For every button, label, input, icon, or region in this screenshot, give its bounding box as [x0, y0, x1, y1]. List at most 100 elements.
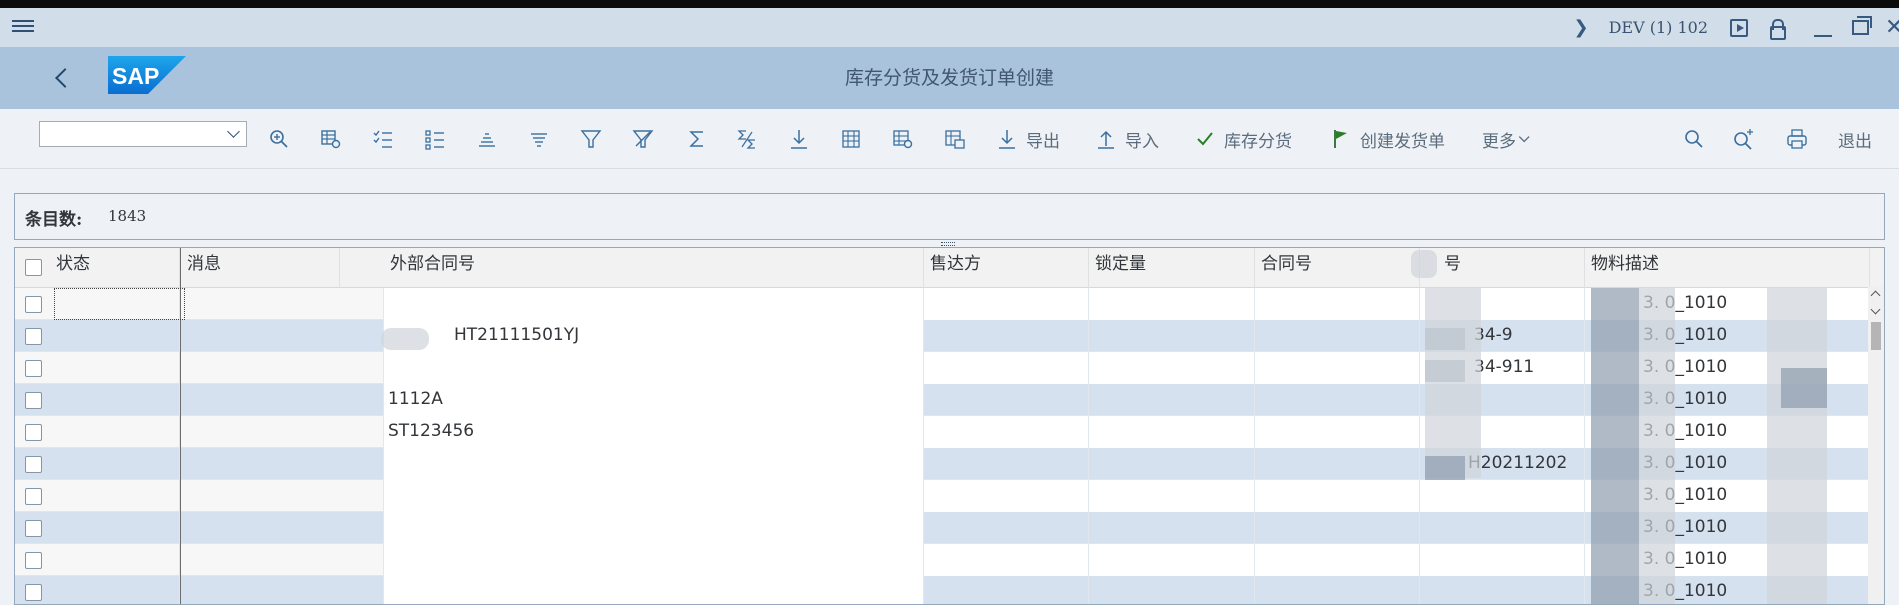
cell-status[interactable]	[50, 416, 180, 448]
download-button[interactable]	[788, 127, 810, 151]
cell-material-no[interactable]	[1420, 480, 1585, 512]
print-button[interactable]	[1786, 127, 1808, 151]
cell-sold-to[interactable]	[924, 320, 1089, 352]
cell-sold-to[interactable]	[924, 480, 1089, 512]
cell-message[interactable]	[180, 544, 384, 576]
scroll-up-icon[interactable]	[1870, 290, 1881, 301]
cell-contract-no[interactable]	[1255, 576, 1420, 604]
cell-external-contract[interactable]: HT21111501YJ	[384, 320, 924, 352]
cell-message[interactable]	[180, 576, 384, 604]
cell-locked-qty[interactable]	[1089, 512, 1255, 544]
search-button[interactable]	[1683, 127, 1705, 151]
cell-contract-no[interactable]	[1255, 512, 1420, 544]
sort-descending-button[interactable]	[528, 127, 550, 151]
cell-locked-qty[interactable]	[1089, 448, 1255, 480]
cell-status[interactable]	[50, 512, 180, 544]
column-header-status[interactable]: 状态	[50, 248, 180, 288]
column-header-locked-qty[interactable]: 锁定量	[1089, 248, 1255, 288]
cell-external-contract[interactable]	[384, 352, 924, 384]
cell-status[interactable]	[50, 320, 180, 352]
cell-message[interactable]	[180, 448, 384, 480]
row-checkbox[interactable]	[25, 520, 42, 537]
cell-locked-qty[interactable]	[1089, 288, 1255, 320]
cell-status[interactable]	[50, 384, 180, 416]
table-settings-button[interactable]	[320, 127, 342, 151]
delete-filter-button[interactable]	[632, 127, 654, 151]
cell-contract-no[interactable]	[1255, 384, 1420, 416]
cell-material-no[interactable]	[1420, 512, 1585, 544]
layout-save-button[interactable]	[944, 127, 966, 151]
cell-status[interactable]	[50, 544, 180, 576]
menu-icon[interactable]	[12, 17, 34, 37]
layout-settings-button[interactable]	[892, 127, 914, 151]
cell-locked-qty[interactable]	[1089, 384, 1255, 416]
row-checkbox[interactable]	[25, 392, 42, 409]
column-header-contract-no[interactable]: 合同号	[1255, 248, 1420, 288]
cell-status[interactable]	[50, 480, 180, 512]
select-all-button[interactable]	[372, 127, 394, 151]
cell-status[interactable]	[50, 448, 180, 480]
cell-message[interactable]	[180, 320, 384, 352]
row-checkbox[interactable]	[25, 552, 42, 569]
cell-sold-to[interactable]	[924, 288, 1089, 320]
row-checkbox[interactable]	[25, 584, 42, 601]
cell-message[interactable]	[180, 416, 384, 448]
cell-contract-no[interactable]	[1255, 448, 1420, 480]
cell-message[interactable]	[180, 480, 384, 512]
cell-locked-qty[interactable]	[1089, 416, 1255, 448]
cell-locked-qty[interactable]	[1089, 320, 1255, 352]
cell-status[interactable]	[50, 352, 180, 384]
cell-locked-qty[interactable]	[1089, 544, 1255, 576]
total-button[interactable]	[686, 127, 708, 151]
stock-allocation-button[interactable]: 库存分货	[1194, 127, 1292, 152]
cell-external-contract[interactable]	[384, 512, 924, 544]
subtotal-button[interactable]	[736, 127, 758, 151]
cell-sold-to[interactable]	[924, 512, 1089, 544]
cell-contract-no[interactable]	[1255, 320, 1420, 352]
cell-sold-to[interactable]	[924, 576, 1089, 604]
cell-locked-qty[interactable]	[1089, 352, 1255, 384]
maximize-icon[interactable]	[1852, 16, 1872, 35]
row-checkbox[interactable]	[25, 328, 42, 345]
cell-locked-qty[interactable]	[1089, 480, 1255, 512]
cell-material-no[interactable]	[1420, 576, 1585, 604]
sort-ascending-button[interactable]	[476, 127, 498, 151]
deselect-all-button[interactable]	[424, 127, 446, 151]
vertical-scrollbar[interactable]	[1868, 286, 1884, 604]
cell-external-contract[interactable]	[384, 448, 924, 480]
close-icon[interactable]: ✕	[1885, 15, 1899, 40]
row-checkbox[interactable]	[25, 424, 42, 441]
play-icon[interactable]	[1730, 18, 1748, 37]
column-header-material-desc[interactable]: 物料描述	[1585, 248, 1870, 288]
cell-locked-qty[interactable]	[1089, 576, 1255, 604]
cell-sold-to[interactable]	[924, 384, 1089, 416]
column-header-material-no[interactable]: 号	[1420, 248, 1585, 288]
cell-message[interactable]	[180, 352, 384, 384]
scroll-thumb[interactable]	[1871, 322, 1881, 350]
import-button[interactable]: 导入	[1095, 127, 1159, 152]
exit-button[interactable]: 退出	[1838, 127, 1872, 152]
cell-contract-no[interactable]	[1255, 544, 1420, 576]
cell-external-contract[interactable]: ST123456	[384, 416, 924, 448]
export-button[interactable]: 导出	[996, 127, 1060, 152]
lock-icon[interactable]	[1768, 18, 1786, 40]
row-checkbox[interactable]	[25, 456, 42, 473]
column-header-external-contract[interactable]: 外部合同号	[384, 248, 924, 288]
cell-external-contract[interactable]	[384, 576, 924, 604]
filter-button[interactable]	[580, 127, 602, 151]
cell-status[interactable]	[50, 576, 180, 604]
cell-contract-no[interactable]	[1255, 480, 1420, 512]
cell-external-contract[interactable]	[384, 288, 924, 320]
minimize-icon[interactable]	[1814, 34, 1832, 37]
cell-sold-to[interactable]	[924, 448, 1089, 480]
cell-contract-no[interactable]	[1255, 288, 1420, 320]
cell-external-contract[interactable]	[384, 544, 924, 576]
scroll-down-icon[interactable]	[1870, 304, 1881, 315]
cell-message[interactable]	[180, 288, 384, 320]
cell-material-no[interactable]	[1420, 544, 1585, 576]
cell-message[interactable]	[180, 512, 384, 544]
cell-message[interactable]	[180, 384, 384, 416]
spreadsheet-button[interactable]	[840, 127, 862, 151]
cell-sold-to[interactable]	[924, 416, 1089, 448]
chevron-right-icon[interactable]: ❯	[1573, 17, 1588, 38]
